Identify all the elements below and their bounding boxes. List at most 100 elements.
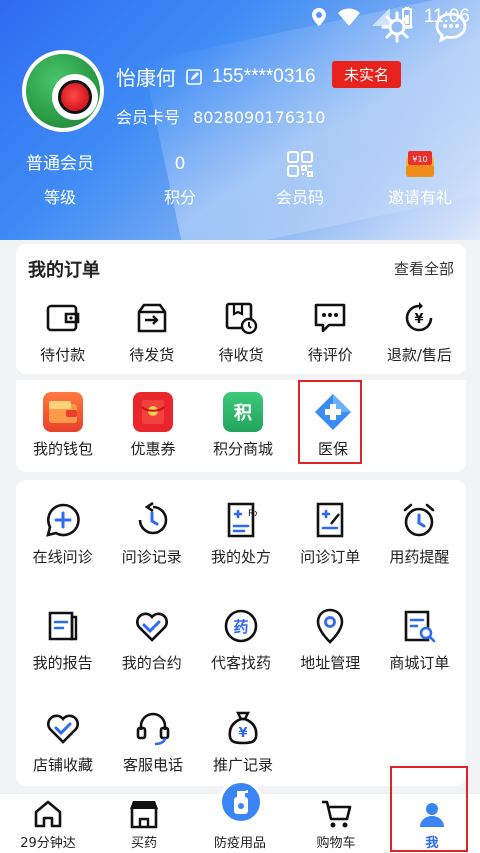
store-favorites[interactable]: 店铺收藏 — [18, 708, 108, 775]
find-medicine-glyph: 药 — [233, 618, 248, 636]
store-icon — [130, 801, 158, 829]
highlight-nav-me — [390, 766, 468, 852]
services-row-1: 在线问诊 问诊记录 Rx 我的处方 问诊订单 用药提醒 — [16, 500, 466, 567]
points-mall-glyph: 积 — [234, 403, 252, 424]
location-status-icon — [311, 8, 326, 26]
highlight-medical-insurance — [298, 380, 362, 464]
mall-orders[interactable]: 商城订单 — [375, 606, 464, 673]
my-contracts-label: 我的合约 — [121, 654, 182, 672]
card-label: 会员卡号 — [116, 108, 181, 127]
stat-points-label: 积分 — [163, 188, 196, 207]
nav-epidemic-supplies[interactable]: 防疫用品 — [192, 780, 288, 853]
edit-icon[interactable] — [186, 68, 202, 85]
settings-gear-icon[interactable] — [380, 10, 414, 44]
order-pending-payment-label: 待付款 — [40, 346, 86, 364]
order-pending-review-label: 待评价 — [307, 346, 353, 364]
svg-text:¥: ¥ — [238, 726, 247, 741]
mall-order-icon — [405, 610, 436, 643]
my-wallet-label: 我的钱包 — [32, 440, 93, 458]
stat-level[interactable]: 普通会员 等级 — [0, 150, 120, 208]
stat-member-code[interactable]: 会员码 — [240, 150, 360, 208]
view-all-orders-link[interactable]: 查看全部 — [394, 258, 454, 279]
online-consultation-label: 在线问诊 — [32, 548, 93, 566]
my-reports-label: 我的报告 — [32, 654, 93, 672]
nav-home[interactable]: 29分钟达 — [0, 794, 96, 853]
consultation-orders[interactable]: 问诊订单 — [286, 500, 375, 567]
store-favorites-label: 店铺收藏 — [32, 756, 93, 774]
customer-service-phone[interactable]: 客服电话 — [108, 708, 198, 775]
wallet-card: 我的钱包 优惠券 积 积分商城 医保 — [16, 380, 466, 472]
consultation-history[interactable]: 问诊记录 — [107, 500, 196, 567]
my-wallet[interactable]: 我的钱包 — [18, 392, 108, 459]
cart-icon — [322, 800, 352, 828]
address-management-label: 地址管理 — [300, 654, 361, 672]
chat-plus-icon — [45, 503, 80, 537]
gift-voucher-icon: ¥10 — [406, 151, 434, 177]
stat-points-value: 0 — [174, 154, 186, 174]
stat-invite[interactable]: ¥10 邀请有礼 — [360, 150, 480, 208]
find-medicine-icon: 药 — [224, 609, 258, 643]
member-stats: 普通会员 等级 0 积分 会员码 ¥10 邀请有礼 — [0, 150, 480, 208]
user-name-row: 怡康何 155****0316 — [116, 62, 316, 91]
points-mall-icon: 积 — [223, 392, 263, 432]
services-card: 在线问诊 问诊记录 Rx 我的处方 问诊订单 用药提醒 我的报告 我的合约 药 — [16, 480, 466, 786]
refund-icon: ¥ — [406, 302, 433, 332]
order-pending-ship-label: 待发货 — [129, 346, 175, 364]
my-contracts[interactable]: 我的合约 — [107, 606, 196, 673]
my-prescriptions-label: 我的处方 — [211, 548, 272, 566]
qr-code-icon — [287, 151, 313, 177]
message-bubble-icon[interactable] — [434, 10, 468, 44]
history-icon — [138, 502, 168, 535]
points-mall[interactable]: 积 积分商城 — [198, 392, 288, 459]
services-row-2: 我的报告 我的合约 药 代客找药 地址管理 商城订单 — [16, 606, 466, 673]
promotion-records-label: 推广记录 — [212, 756, 273, 774]
coupon-icon — [133, 392, 173, 432]
handshake-icon — [135, 612, 168, 642]
wallet-icon — [43, 392, 83, 432]
header-actions — [380, 10, 468, 44]
nav-epidemic-supplies-label: 防疫用品 — [213, 836, 266, 851]
my-prescriptions[interactable]: Rx 我的处方 — [196, 500, 285, 567]
address-management[interactable]: 地址管理 — [286, 606, 375, 673]
order-pending-payment[interactable]: 待付款 — [18, 298, 107, 365]
coupons[interactable]: 优惠券 — [108, 392, 198, 459]
svg-text:¥: ¥ — [415, 312, 424, 327]
prescription-icon: Rx — [227, 502, 257, 538]
stat-level-label: 等级 — [43, 188, 76, 207]
nav-cart[interactable]: 购物车 — [288, 794, 384, 853]
headset-icon — [136, 712, 170, 746]
consultation-history-label: 问诊记录 — [121, 548, 182, 566]
promotion-records[interactable]: ¥ 推广记录 — [198, 708, 288, 775]
order-refund-label: 退款/售后 — [386, 346, 452, 364]
package-clock-icon — [225, 302, 258, 335]
online-consultation[interactable]: 在线问诊 — [18, 500, 107, 567]
svg-text:¥10: ¥10 — [412, 155, 427, 164]
order-refund[interactable]: ¥ 退款/售后 — [375, 298, 464, 365]
svg-text:Rx: Rx — [248, 509, 257, 519]
stat-points[interactable]: 0 积分 — [120, 150, 240, 208]
find-medicine-label: 代客找药 — [211, 654, 272, 672]
my-reports[interactable]: 我的报告 — [18, 606, 107, 673]
points-mall-label: 积分商城 — [212, 440, 273, 458]
find-medicine[interactable]: 药 代客找药 — [196, 606, 285, 673]
money-bag-icon: ¥ — [228, 711, 258, 745]
home-icon — [34, 800, 62, 828]
order-edit-icon — [316, 502, 344, 538]
sanitizer-icon — [219, 780, 263, 824]
order-pending-receive[interactable]: 待收货 — [196, 298, 285, 365]
order-pending-review[interactable]: 待评价 — [286, 298, 375, 365]
medication-reminder[interactable]: 用药提醒 — [375, 500, 464, 567]
mall-orders-label: 商城订单 — [389, 654, 450, 672]
orders-row: 待付款 待发货 待收货 待评价 ¥ 退款/售后 — [16, 298, 466, 365]
unverified-badge[interactable]: 未实名 — [332, 61, 402, 88]
order-pending-ship[interactable]: 待发货 — [107, 298, 196, 365]
user-name: 怡康何 — [116, 66, 176, 90]
services-row-3: 店铺收藏 客服电话 ¥ 推广记录 — [16, 708, 466, 775]
nav-home-label: 29分钟达 — [20, 836, 76, 851]
avatar[interactable] — [22, 50, 104, 132]
nav-buy-medicine[interactable]: 买药 — [96, 794, 192, 853]
coupons-label: 优惠券 — [130, 440, 176, 458]
comment-icon — [314, 303, 346, 333]
report-icon — [48, 611, 77, 641]
customer-service-label: 客服电话 — [122, 756, 183, 774]
